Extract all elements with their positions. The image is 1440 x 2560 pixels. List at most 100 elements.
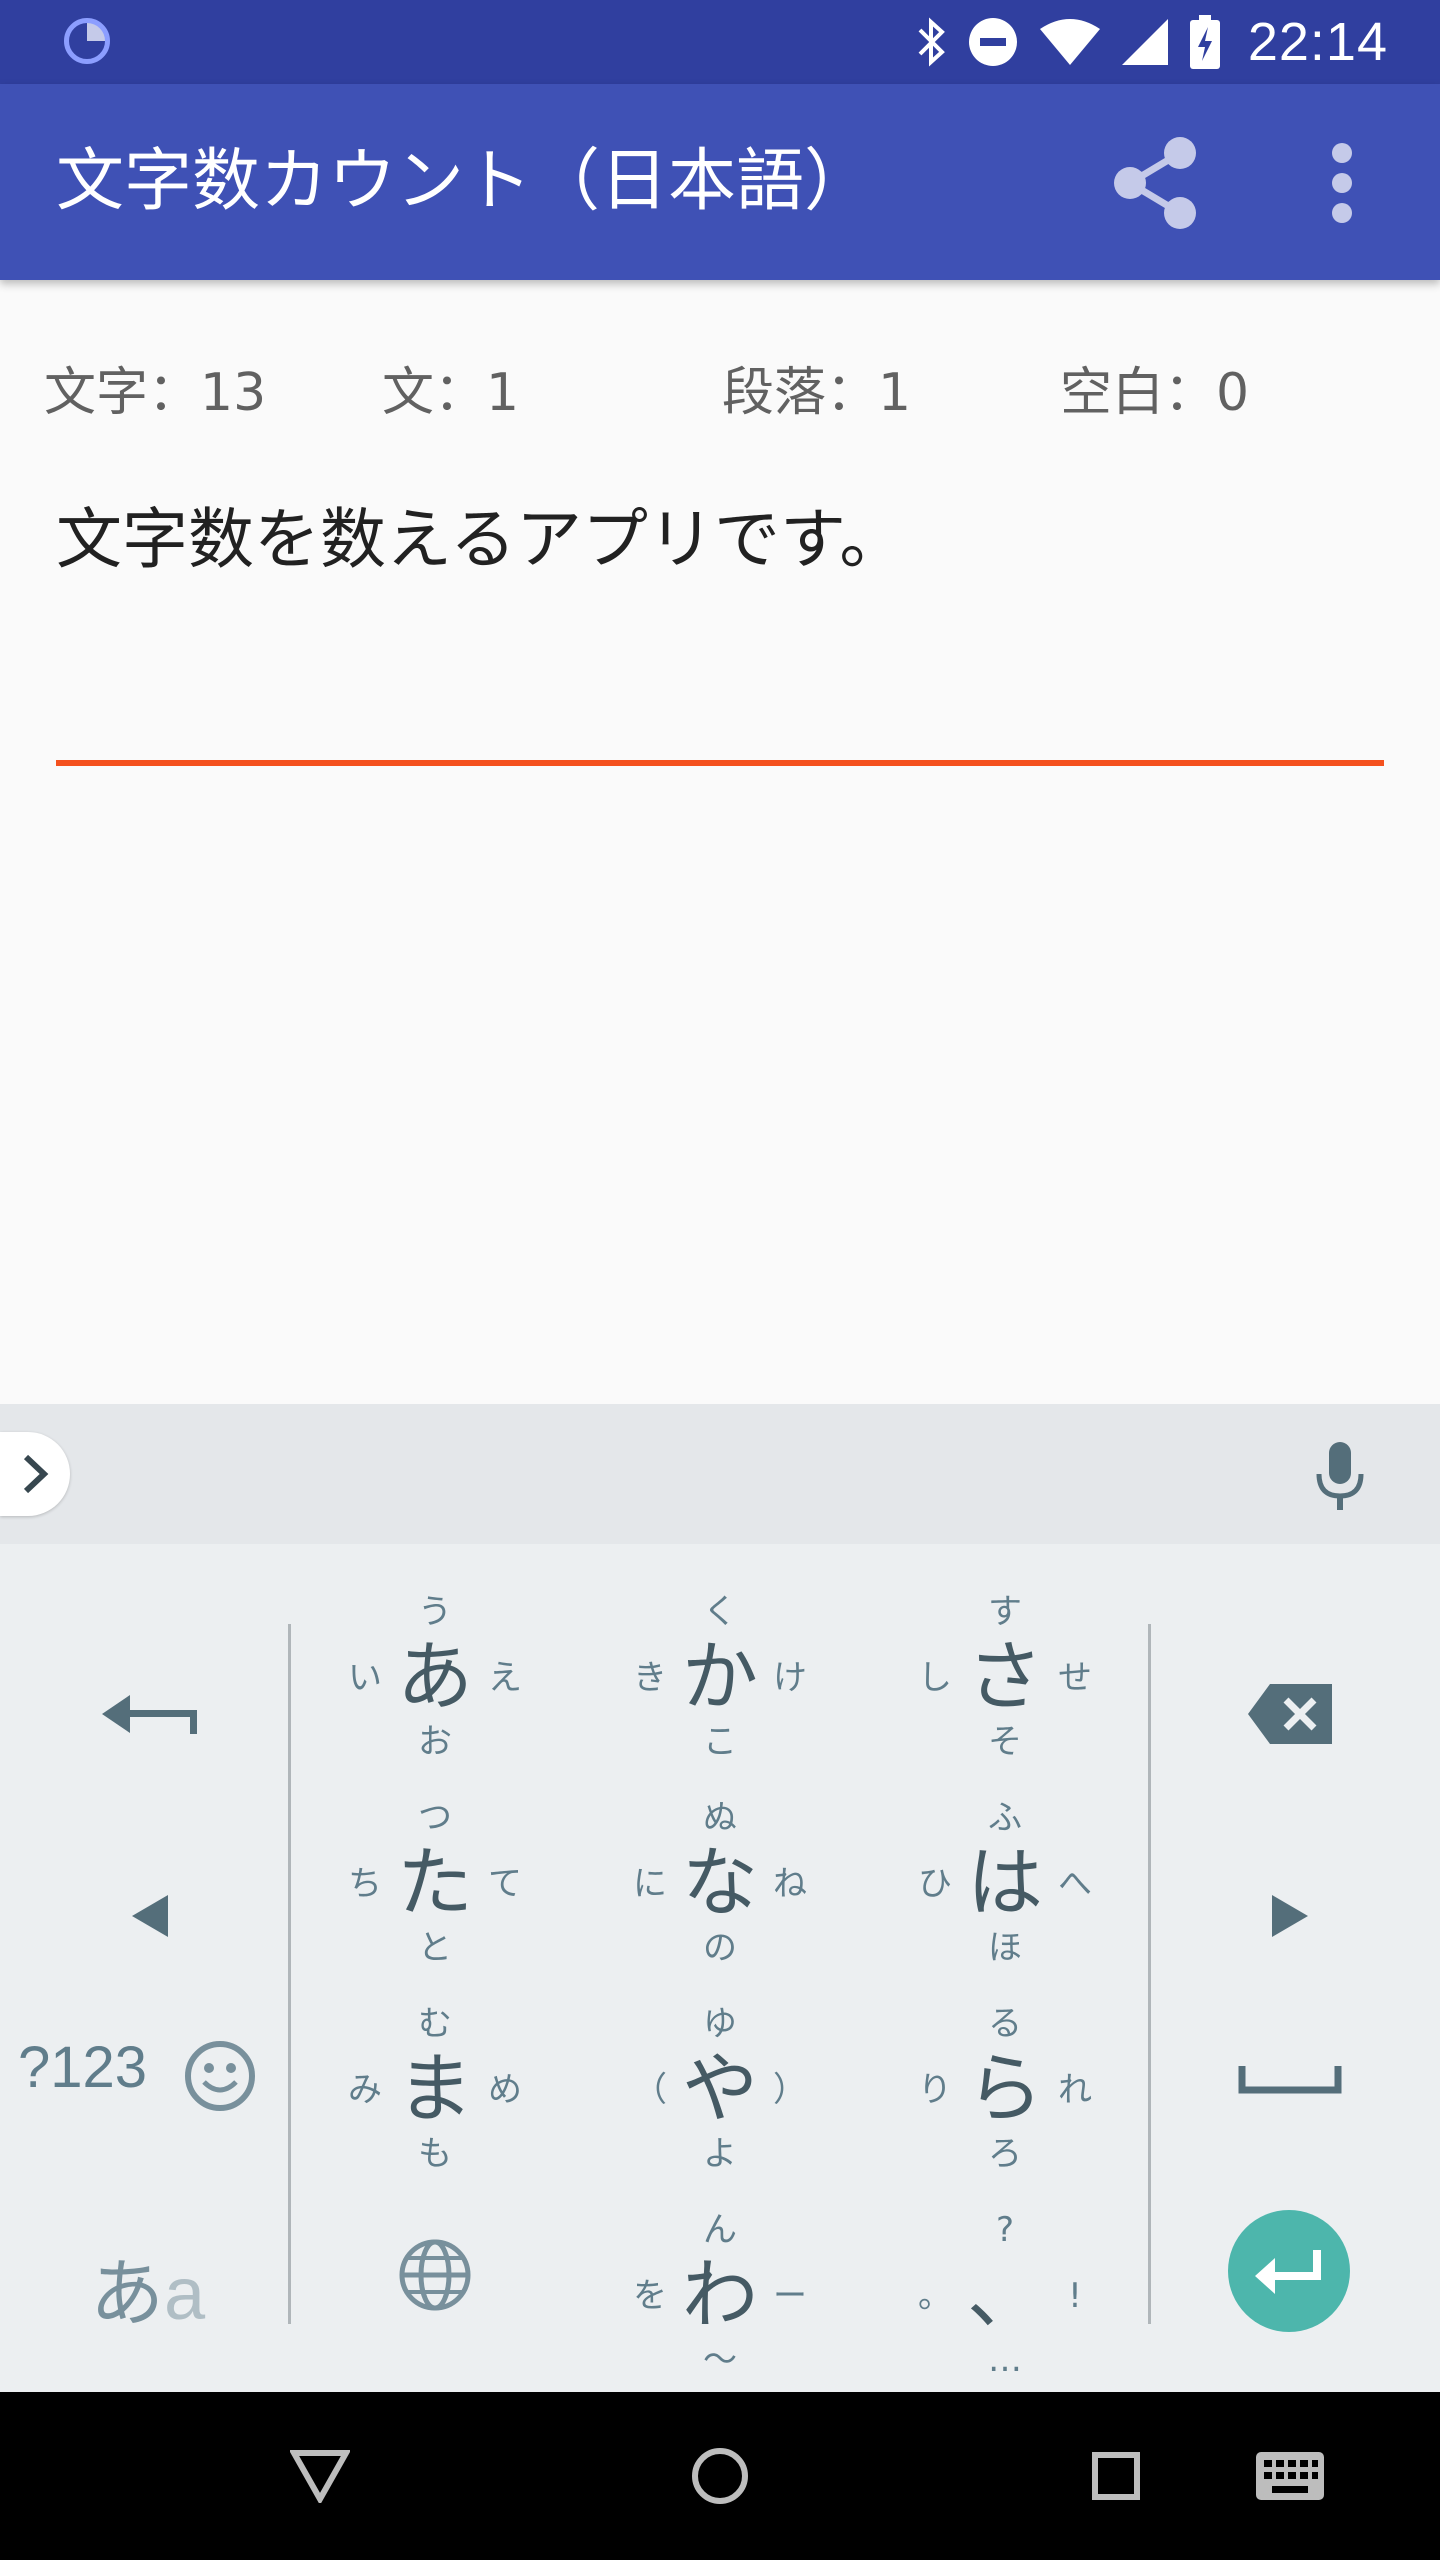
flick-key-bottom: 〜: [703, 2340, 737, 2380]
share-icon: [1114, 137, 1196, 229]
flick-key-bottom: …: [988, 2340, 1022, 2380]
more-vert-icon: [1332, 143, 1352, 223]
flick-key-punctuation[interactable]: ? 。 、 ! …: [900, 2202, 1110, 2382]
share-button[interactable]: [1100, 128, 1210, 238]
symbols-key[interactable]: ?123: [18, 2034, 147, 2101]
app-bar: 文字数カウント（日本語）: [0, 84, 1440, 280]
space-icon: [1238, 2066, 1342, 2094]
flick-key-bottom: ろ: [988, 2134, 1022, 2174]
flick-key-right: れ: [1058, 2070, 1092, 2110]
do-not-disturb-icon: [968, 17, 1018, 67]
flick-key-top: ぬ: [703, 1798, 737, 1838]
flick-key-bottom: と: [418, 1928, 452, 1968]
battery-charging-icon: [1189, 15, 1220, 69]
flick-key-bottom: こ: [703, 1722, 737, 1762]
flick-key-a[interactable]: う い あ え お: [330, 1584, 540, 1764]
backspace-key[interactable]: [1230, 1624, 1350, 1804]
flick-key-top: ?: [995, 2210, 1015, 2250]
text-input[interactable]: 文字数を数えるアプリです。: [56, 490, 1384, 770]
recents-button[interactable]: [1066, 2426, 1166, 2526]
bluetooth-icon: [916, 16, 946, 68]
flick-key-right: !: [1068, 2276, 1082, 2316]
flick-key-bottom: よ: [703, 2134, 737, 2174]
app-title: 文字数カウント（日本語）: [56, 142, 873, 221]
keyboard: ?123 あa う い あ え お く き か け こ す し さ せ そ つ …: [0, 1544, 1440, 2392]
flick-key-right: へ: [1058, 1864, 1092, 1904]
kana-toggle-key[interactable]: あa: [90, 2234, 205, 2341]
flick-key-bottom: そ: [988, 1722, 1022, 1762]
flick-key-top: ゆ: [703, 2004, 737, 2044]
flick-key-top: ん: [703, 2210, 737, 2250]
flick-key-bottom: お: [418, 1722, 452, 1762]
flick-key-bottom: ほ: [988, 1928, 1022, 1968]
cursor-right-key[interactable]: [1230, 1826, 1350, 2006]
wifi-icon: [1039, 19, 1100, 65]
flick-key-ka[interactable]: く き か け こ: [615, 1584, 825, 1764]
flick-key-right: せ: [1058, 1658, 1092, 1698]
voice-input-button[interactable]: [1308, 1442, 1372, 1512]
backspace-icon: [1248, 1684, 1332, 1744]
language-switch-key[interactable]: [390, 2230, 480, 2320]
recents-icon: [1092, 2452, 1140, 2500]
stats-row: 文字：13 文：1 段落：1 空白：0: [0, 350, 1440, 430]
flick-key-top: す: [988, 1592, 1022, 1632]
flick-key-right: え: [488, 1658, 522, 1698]
flick-key-right: て: [488, 1864, 522, 1904]
flick-key-right: ）: [773, 2070, 807, 2110]
emoji-icon: [185, 2041, 255, 2111]
status-icons: 22:14: [916, 0, 1388, 84]
enter-key[interactable]: [1228, 2210, 1350, 2332]
flick-key-top: う: [418, 1592, 452, 1632]
signal-icon: [1121, 19, 1168, 65]
home-button[interactable]: [670, 2426, 770, 2526]
keyboard-switch-icon: [1256, 2452, 1324, 2500]
chevron-right-icon: [23, 1454, 49, 1494]
flick-key-wa[interactable]: ん を わ ー 〜: [615, 2202, 825, 2382]
flick-key-top: く: [703, 1592, 737, 1632]
keyboard-divider: [1148, 1624, 1151, 2324]
more-options-button[interactable]: [1290, 128, 1394, 238]
keyboard-suggestion-strip: [0, 1404, 1440, 1544]
cursor-right-icon: [1272, 1895, 1308, 1937]
flick-key-top: む: [418, 2004, 452, 2044]
flick-key-bottom: も: [418, 2134, 452, 2174]
flick-key-top: る: [988, 2004, 1022, 2044]
flick-key-sa[interactable]: す し さ せ そ: [900, 1584, 1110, 1764]
flick-key-ha[interactable]: ふ ひ は へ ほ: [900, 1790, 1110, 1970]
flick-key-right: ね: [773, 1864, 807, 1904]
flick-key-top: つ: [418, 1798, 452, 1838]
flick-key-na[interactable]: ぬ に な ね の: [615, 1790, 825, 1970]
flick-key-ta[interactable]: つ ち た て と: [330, 1790, 540, 1970]
undo-key[interactable]: [90, 1624, 210, 1804]
enter-icon: [1255, 2250, 1321, 2294]
space-key[interactable]: [1230, 2014, 1350, 2144]
flick-key-bottom: の: [703, 1928, 737, 1968]
keyboard-divider: [288, 1624, 291, 2324]
flick-key-ra[interactable]: る り ら れ ろ: [900, 1996, 1110, 2176]
back-button[interactable]: [270, 2426, 370, 2526]
flick-key-ya[interactable]: ゆ （ や ） よ: [615, 1996, 825, 2176]
flick-key-right: ー: [773, 2276, 807, 2316]
flick-key-right: め: [488, 2070, 522, 2110]
character-count: 文字：13: [44, 363, 267, 423]
loading-spinner-icon: [64, 18, 110, 64]
mic-icon: [1316, 1442, 1364, 1510]
cursor-left-key[interactable]: [90, 1826, 210, 2006]
sentence-count: 文：1: [382, 363, 520, 423]
kana-toggle-kana: あ: [90, 2251, 164, 2337]
back-icon: [290, 2450, 350, 2503]
navigation-bar: [0, 2392, 1440, 2560]
paragraph-count: 段落：1: [722, 363, 912, 423]
status-time: 22:14: [1247, 12, 1388, 72]
kana-toggle-latin: a: [164, 2252, 206, 2335]
space-count: 空白：0: [1060, 363, 1250, 423]
undo-arrow-icon: [102, 1695, 197, 1734]
flick-key-top: ふ: [988, 1798, 1022, 1838]
emoji-key[interactable]: [178, 2034, 262, 2118]
keyboard-expand-button[interactable]: [0, 1432, 70, 1516]
flick-key-right: け: [773, 1658, 807, 1698]
flick-key-ma[interactable]: む み ま め も: [330, 1996, 540, 2176]
keyboard-switch-button[interactable]: [1230, 2426, 1350, 2526]
status-bar: 22:14: [0, 0, 1440, 84]
globe-icon: [399, 2239, 471, 2311]
